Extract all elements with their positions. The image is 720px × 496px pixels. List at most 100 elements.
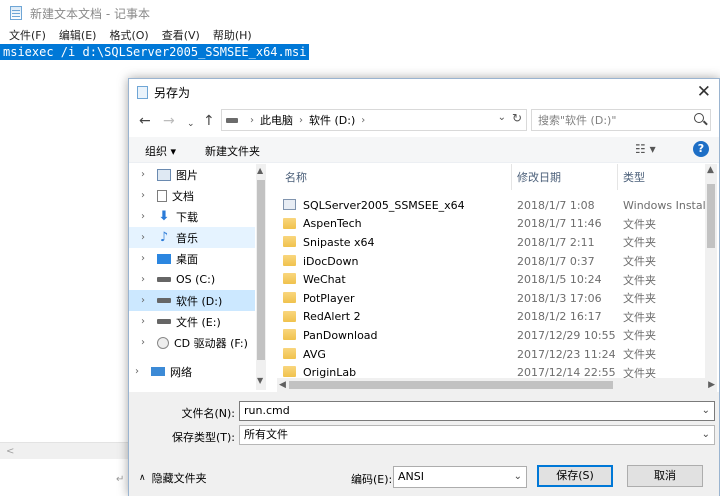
- sidebar-item-documents[interactable]: › 文档: [129, 185, 255, 206]
- menu-help[interactable]: 帮助(H): [213, 27, 252, 43]
- search-icon[interactable]: [694, 113, 704, 123]
- expand-chevron-icon[interactable]: ›: [141, 337, 153, 348]
- sidebar-item-pictures[interactable]: › 图片: [129, 164, 255, 185]
- folder-icon: [283, 236, 296, 248]
- menu-file[interactable]: 文件(F): [9, 27, 46, 43]
- expand-chevron-icon[interactable]: ›: [135, 366, 147, 377]
- column-divider[interactable]: [617, 164, 618, 190]
- file-row[interactable]: SQLServer2005_SSMSEE_x64 2018/1/7 1:08 Win…: [277, 196, 709, 215]
- expand-chevron-icon[interactable]: ›: [141, 274, 153, 285]
- file-row[interactable]: PanDownload 2017/12/29 10:55 文件夹: [277, 326, 707, 345]
- back-arrow-icon[interactable]: ←: [139, 113, 151, 129]
- chevron-down-icon[interactable]: ⌄: [514, 467, 522, 487]
- column-header-type[interactable]: 类型: [623, 169, 645, 185]
- desktop-icon: [157, 253, 171, 264]
- file-type: 文件夹: [623, 329, 656, 343]
- forward-arrow-icon[interactable]: →: [163, 113, 175, 129]
- recent-locations-chevron-icon[interactable]: ⌄: [187, 116, 195, 132]
- expand-chevron-icon[interactable]: ›: [141, 211, 153, 222]
- sidebar-item-drive-e[interactable]: › 文件 (E:): [129, 311, 255, 332]
- expand-chevron-icon[interactable]: ›: [141, 190, 153, 201]
- network-icon: [151, 367, 165, 376]
- file-row[interactable]: WeChat 2018/1/5 10:24 文件夹: [277, 270, 707, 289]
- breadcrumb-drive-d[interactable]: 软件 (D:): [309, 112, 355, 128]
- file-row[interactable]: AVG 2017/12/23 11:24 文件夹: [277, 345, 707, 364]
- organize-button[interactable]: 组织 ▾: [145, 143, 176, 159]
- breadcrumb-separator-icon: ›: [250, 114, 254, 126]
- scrollbar-thumb[interactable]: [289, 381, 613, 389]
- scroll-left-arrow-icon[interactable]: <: [6, 446, 14, 457]
- expand-chevron-icon[interactable]: ›: [141, 232, 153, 243]
- scroll-down-arrow-icon[interactable]: ▼: [257, 376, 263, 385]
- expand-chevron-icon[interactable]: ›: [141, 316, 153, 327]
- menu-format[interactable]: 格式(O): [109, 27, 148, 43]
- help-icon[interactable]: ?: [693, 141, 709, 157]
- breadcrumb-this-pc[interactable]: 此电脑: [260, 112, 293, 128]
- expand-chevron-icon[interactable]: ›: [141, 295, 153, 306]
- sidebar-item-cd-drive[interactable]: › CD 驱动器 (F:): [129, 332, 255, 353]
- file-name: iDocDown: [303, 254, 359, 268]
- search-box[interactable]: 搜索"软件 (D:)": [531, 109, 711, 131]
- column-header-name[interactable]: 名称: [285, 169, 307, 185]
- address-dropdown-icon[interactable]: ⌄: [498, 112, 506, 123]
- expand-chevron-icon[interactable]: ›: [141, 169, 153, 180]
- close-icon[interactable]: ✕: [697, 82, 711, 102]
- folder-icon: [283, 292, 296, 303]
- breadcrumb-separator-icon: ›: [361, 114, 366, 126]
- file-row[interactable]: Snipaste x64 2018/1/7 2:11 文件夹: [277, 233, 707, 252]
- navigation-pane: › 图片 › 文档 › ⬇ 下载 › ♪ 音乐 › 桌面 › OS (C:) ›…: [129, 164, 267, 394]
- cancel-button[interactable]: 取消: [627, 465, 703, 487]
- file-row[interactable]: iDocDown 2018/1/7 0:37 文件夹: [277, 252, 707, 271]
- address-bar[interactable]: › 此电脑 › 软件 (D:) › ⌄ ↻: [221, 109, 527, 131]
- refresh-icon[interactable]: ↻: [512, 111, 522, 125]
- selected-text-line[interactable]: msiexec /i d:\SQLServer2005_SSMSEE_x64.m…: [0, 44, 310, 60]
- sidebar-item-network[interactable]: › 网络: [129, 361, 255, 382]
- notepad-title: 新建文本文档 - 记事本: [30, 6, 150, 21]
- file-name: Snipaste x64: [303, 235, 375, 249]
- filetype-select[interactable]: 所有文件 ⌄: [239, 425, 715, 445]
- search-placeholder: 搜索"软件 (D:)": [538, 114, 617, 127]
- scrollbar-thumb[interactable]: [257, 180, 265, 360]
- drive-icon: [157, 277, 171, 282]
- file-row[interactable]: RedAlert 2 2018/1/2 16:17 文件夹: [277, 308, 707, 327]
- file-type: 文件夹: [623, 236, 656, 250]
- view-options-button[interactable]: ☷ ▾: [635, 142, 656, 156]
- file-modified-date: 2018/1/5 10:24: [517, 273, 602, 287]
- file-list-vertical-scrollbar[interactable]: ▲: [705, 164, 717, 378]
- hide-folders-toggle[interactable]: ∧ 隐藏文件夹: [139, 470, 207, 486]
- menu-edit[interactable]: 编辑(E): [59, 27, 97, 43]
- navigation-pane-scrollbar[interactable]: ▲ ▼: [256, 164, 266, 390]
- column-divider[interactable]: [511, 164, 512, 190]
- sidebar-item-downloads[interactable]: › ⬇ 下载: [129, 206, 255, 227]
- chevron-down-icon[interactable]: ⌄: [702, 402, 710, 420]
- file-list-horizontal-scrollbar[interactable]: ◀ ▶: [277, 378, 717, 392]
- filename-input[interactable]: run.cmd ⌄: [239, 401, 715, 421]
- scroll-right-arrow-icon[interactable]: ▶: [708, 380, 715, 390]
- file-type: 文件夹: [623, 273, 656, 287]
- scroll-up-arrow-icon[interactable]: ▲: [257, 166, 263, 175]
- file-row[interactable]: AspenTech 2018/1/7 11:46 文件夹: [277, 215, 707, 234]
- file-name: PanDownload: [303, 328, 378, 342]
- sidebar-item-drive-c[interactable]: › OS (C:): [129, 269, 255, 290]
- save-button[interactable]: 保存(S): [537, 465, 613, 487]
- notepad-horizontal-scrollbar[interactable]: <: [0, 442, 130, 459]
- scroll-left-arrow-icon[interactable]: ◀: [279, 380, 286, 390]
- file-modified-date: 2018/1/7 11:46: [517, 217, 602, 231]
- scroll-up-arrow-icon[interactable]: ▲: [707, 165, 714, 175]
- notepad-titlebar: 新建文本文档 - 记事本: [0, 0, 720, 26]
- encoding-select[interactable]: ANSI ⌄: [393, 466, 527, 488]
- up-arrow-icon[interactable]: ↑: [203, 113, 215, 129]
- chevron-down-icon[interactable]: ⌄: [702, 426, 710, 444]
- sidebar-item-label: 文档: [172, 189, 194, 203]
- sidebar-item-drive-d[interactable]: › 软件 (D:): [129, 290, 255, 311]
- chevron-up-icon: ∧: [139, 473, 146, 483]
- sidebar-item-desktop[interactable]: › 桌面: [129, 248, 255, 269]
- scrollbar-thumb[interactable]: [707, 184, 715, 248]
- file-row[interactable]: PotPlayer 2018/1/3 17:06 文件夹: [277, 289, 707, 308]
- folder-icon: [283, 254, 296, 266]
- column-header-date[interactable]: 修改日期: [517, 169, 561, 185]
- new-folder-button[interactable]: 新建文件夹: [205, 143, 260, 159]
- menu-view[interactable]: 查看(V): [162, 27, 200, 43]
- expand-chevron-icon[interactable]: ›: [141, 253, 153, 264]
- sidebar-item-music[interactable]: › ♪ 音乐: [129, 227, 255, 248]
